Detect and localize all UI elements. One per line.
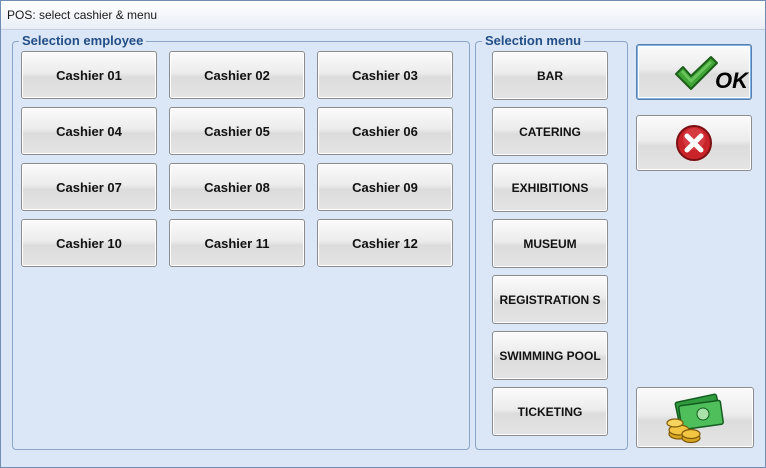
cashier-07-button[interactable]: Cashier 07 xyxy=(21,163,157,211)
cashier-05-button[interactable]: Cashier 05 xyxy=(169,107,305,155)
cashier-12-button[interactable]: Cashier 12 xyxy=(317,219,453,267)
cashier-03-button[interactable]: Cashier 03 xyxy=(317,51,453,99)
menu-bar-button[interactable]: BAR xyxy=(492,51,608,100)
checkmark-icon xyxy=(675,56,718,90)
pos-window: POS: select cashier & menu Selection emp… xyxy=(0,0,766,468)
cashier-10-button[interactable]: Cashier 10 xyxy=(21,219,157,267)
cashier-09-button[interactable]: Cashier 09 xyxy=(317,163,453,211)
cancel-button[interactable] xyxy=(636,115,752,171)
window-title: POS: select cashier & menu xyxy=(7,8,158,22)
menu-exhibitions-button[interactable]: EXHIBITIONS xyxy=(492,163,608,212)
money-coins-icon xyxy=(666,393,724,443)
menu-museum-button[interactable]: MUSEUM xyxy=(492,219,608,268)
menu-registrations-button[interactable]: REGISTRATION S xyxy=(492,275,608,324)
employee-selection-group: Selection employee Cashier 01 Cashier 02… xyxy=(12,33,470,450)
cashier-08-button[interactable]: Cashier 08 xyxy=(169,163,305,211)
menu-catering-button[interactable]: CATERING xyxy=(492,107,608,156)
ok-label: OK xyxy=(715,68,748,93)
title-bar: POS: select cashier & menu xyxy=(1,1,765,30)
menu-selection-group: Selection menu BAR CATERING EXHIBITIONS … xyxy=(475,33,628,450)
cashier-11-button[interactable]: Cashier 11 xyxy=(169,219,305,267)
ok-button[interactable]: OK xyxy=(636,44,752,100)
menu-swimming-pool-button[interactable]: SWIMMING POOL xyxy=(492,331,608,380)
cashier-01-button[interactable]: Cashier 01 xyxy=(21,51,157,99)
menu-ticketing-button[interactable]: TICKETING xyxy=(492,387,608,436)
red-x-icon xyxy=(676,125,712,161)
menu-group-legend: Selection menu xyxy=(482,33,585,48)
cashier-02-button[interactable]: Cashier 02 xyxy=(169,51,305,99)
cash-button[interactable] xyxy=(636,387,754,448)
employee-group-legend: Selection employee xyxy=(19,33,147,48)
cashier-04-button[interactable]: Cashier 04 xyxy=(21,107,157,155)
cashier-06-button[interactable]: Cashier 06 xyxy=(317,107,453,155)
